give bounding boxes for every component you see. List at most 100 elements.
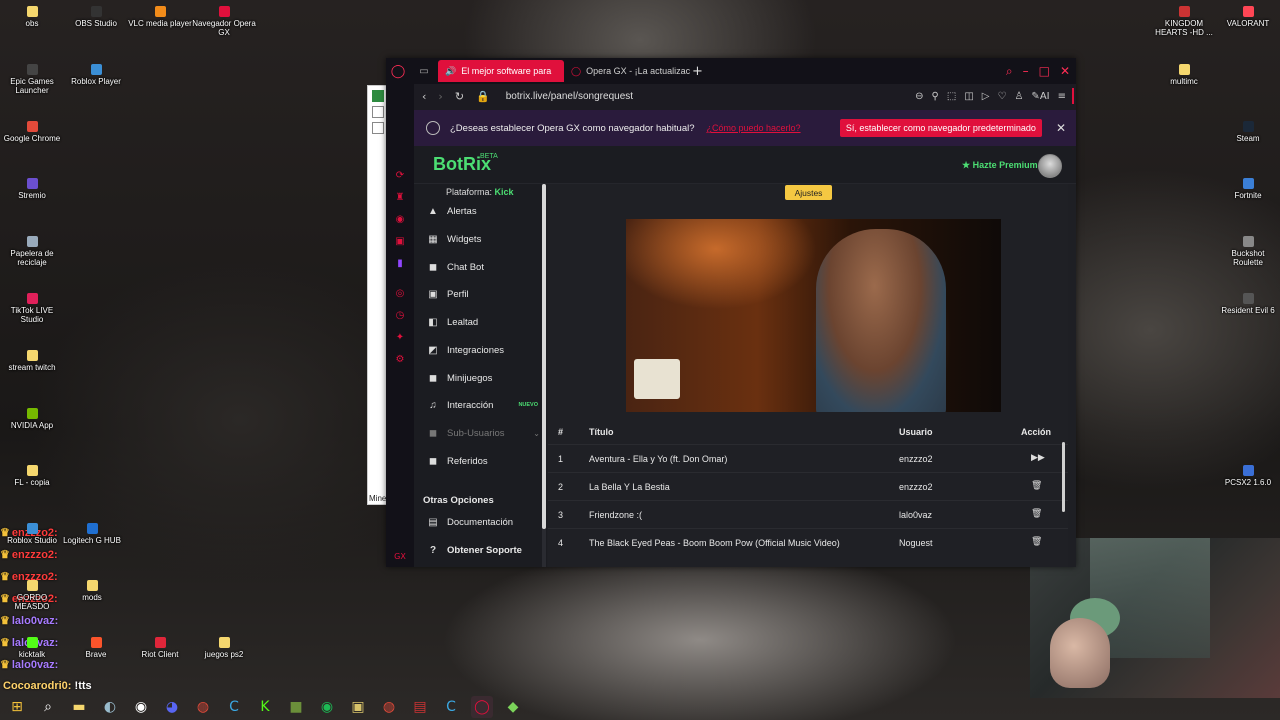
table-scrollbar[interactable] bbox=[1062, 442, 1065, 512]
desktop-icon[interactable]: KINGDOM HEARTS -HD ... bbox=[1152, 6, 1216, 37]
gx-corner-icon[interactable]: ♜ bbox=[386, 186, 414, 208]
desktop-icon[interactable]: Resident Evil 6 bbox=[1216, 293, 1280, 315]
set-default-button[interactable]: Sí, establecer como navegador predetermi… bbox=[839, 119, 1042, 137]
discord-icon[interactable]: ◉ bbox=[386, 208, 414, 230]
minecraft-launcher-icon[interactable]: ◆ bbox=[502, 696, 524, 718]
desktop-icon[interactable]: OBS Studio bbox=[64, 6, 128, 28]
sidebar-item-widgets[interactable]: ▦ Widgets bbox=[424, 228, 544, 250]
app-c-icon[interactable]: C bbox=[440, 696, 462, 718]
forward-icon[interactable]: › bbox=[438, 90, 442, 103]
steam-icon[interactable]: ◐ bbox=[99, 696, 121, 718]
file-explorer-icon[interactable]: ▬ bbox=[68, 696, 90, 718]
desktop-icon[interactable]: Stremio bbox=[0, 178, 64, 200]
desktop-icon[interactable]: Fortnite bbox=[1216, 178, 1280, 200]
app-icon[interactable]: ▣ bbox=[347, 696, 369, 718]
search-icon[interactable]: ⌕ bbox=[37, 696, 59, 718]
tab-opera-gx-update[interactable]: ◯ Opera GX - ¡La actualizació bbox=[564, 60, 690, 82]
sidebar-item-alertas[interactable]: ▲ Alertas bbox=[424, 200, 544, 222]
sidebar-item-integraciones[interactable]: ◩ Integraciones bbox=[424, 339, 544, 361]
extensions-icon[interactable]: ✦ bbox=[386, 326, 414, 348]
spotify-icon[interactable]: ◉ bbox=[316, 696, 338, 718]
url-input[interactable]: botrix.live/panel/songrequest bbox=[506, 91, 633, 102]
zoom-icon[interactable]: ⊖ bbox=[915, 91, 923, 102]
discord-icon[interactable]: ◕ bbox=[161, 696, 183, 718]
opera-gx-window[interactable]: ◯ ▭ 🔊 El mejor software para ◯ Opera GX … bbox=[386, 58, 1076, 567]
desktop-icon[interactable]: obs bbox=[0, 6, 64, 28]
desktop-icon[interactable]: Buckshot Roulette bbox=[1216, 236, 1280, 267]
desktop-icon[interactable]: Epic Games Launcher bbox=[0, 64, 64, 95]
settings-icon[interactable]: ⚙ bbox=[386, 348, 414, 370]
close-icon[interactable]: ✕ bbox=[1060, 64, 1070, 79]
reload-icon[interactable]: ↻ bbox=[455, 90, 464, 103]
desktop-icon[interactable]: mods bbox=[60, 580, 124, 602]
snapshot-icon[interactable]: ⬚ bbox=[947, 91, 956, 102]
play-icon[interactable]: ▷ bbox=[982, 91, 990, 102]
opera-gx-icon[interactable]: ◯ bbox=[471, 696, 493, 718]
sidebar-item-referidos[interactable]: ◼ Referidos bbox=[424, 450, 544, 472]
sidebar-scrollbar[interactable] bbox=[542, 184, 546, 567]
desktop-icon[interactable]: GORDO MEASDO bbox=[0, 580, 64, 611]
workspaces-icon[interactable]: ▭ bbox=[410, 66, 438, 77]
ai-button[interactable]: ✎AI bbox=[1031, 91, 1049, 102]
wallet-icon[interactable]: ◫ bbox=[964, 91, 973, 102]
desktop-icon[interactable]: Papelera de reciclaje bbox=[0, 236, 64, 267]
desktop-icon[interactable]: kicktalk bbox=[0, 637, 64, 659]
desktop-icon[interactable]: Roblox Player bbox=[64, 64, 128, 86]
sidebar-item-perfil[interactable]: ▣ Perfil bbox=[424, 283, 544, 305]
video-player[interactable] bbox=[626, 219, 1001, 412]
howto-link[interactable]: ¿Cómo puedo hacerlo? bbox=[707, 123, 801, 133]
sidebar-item-obtener-soporte[interactable]: ? Obtener Soporte bbox=[424, 539, 544, 561]
avatar[interactable] bbox=[1038, 154, 1062, 178]
maximize-icon[interactable]: □ bbox=[1039, 64, 1050, 79]
desktop-icon[interactable]: FL - copia bbox=[0, 465, 64, 487]
sidebar-item-lealtad[interactable]: ◧ Lealtad bbox=[424, 311, 544, 333]
menu-icon[interactable]: ≡ bbox=[1058, 91, 1066, 102]
desktop-icon[interactable]: Google Chrome bbox=[0, 121, 64, 143]
premium-button[interactable]: ★ Hazte Premium bbox=[962, 160, 1038, 171]
chrome-icon[interactable]: ◍ bbox=[192, 696, 214, 718]
desktop-icon[interactable]: NVIDIA App bbox=[0, 408, 64, 430]
desktop-icon[interactable]: TikTok LIVE Studio bbox=[0, 293, 64, 324]
trash-icon[interactable]: 🗑 bbox=[1031, 480, 1042, 491]
trash-icon[interactable]: 🗑 bbox=[1031, 508, 1042, 519]
pin-icon[interactable]: ⚲ bbox=[932, 91, 939, 102]
desktop-icon[interactable]: PCSX2 1.6.0 bbox=[1216, 465, 1280, 487]
tab-active[interactable]: 🔊 El mejor software para bbox=[438, 60, 564, 82]
back-icon[interactable]: ‹ bbox=[422, 90, 426, 103]
start-button[interactable]: ⊞ bbox=[6, 696, 28, 718]
settings-button[interactable]: Ajustes bbox=[785, 185, 832, 200]
botrix-logo[interactable]: BotRix BETA bbox=[433, 153, 498, 175]
chrome-icon[interactable]: ◍ bbox=[378, 696, 400, 718]
media-icon[interactable]: ▣ bbox=[386, 230, 414, 252]
desktop-icon[interactable]: Logitech G HUB bbox=[60, 523, 124, 545]
desktop-icon[interactable]: multimc bbox=[1152, 64, 1216, 86]
sidebar-item-interacci-n[interactable]: ♫ Interacción NUEVO bbox=[424, 394, 544, 416]
obs-icon[interactable]: ◉ bbox=[130, 696, 152, 718]
sidebar-item-minijuegos[interactable]: ◼ Minijuegos bbox=[424, 367, 544, 389]
twitch-icon[interactable]: ▮ bbox=[386, 252, 414, 274]
minecraft-icon[interactable]: ■ bbox=[285, 696, 307, 718]
trash-icon[interactable]: 🗑 bbox=[1031, 536, 1042, 547]
app-icon[interactable]: ▤ bbox=[409, 696, 431, 718]
skip-icon[interactable]: ▶▶ bbox=[1031, 452, 1045, 463]
sidebar-item-chat-bot[interactable]: ◼ Chat Bot bbox=[424, 256, 544, 278]
desktop-icon[interactable]: VALORANT bbox=[1216, 6, 1280, 28]
desktop-icon[interactable]: Riot Client bbox=[128, 637, 192, 659]
speaker-icon[interactable]: 🔊 bbox=[445, 66, 456, 77]
desktop-icon[interactable]: Brave bbox=[64, 637, 128, 659]
app-c-icon[interactable]: C bbox=[223, 696, 245, 718]
opera-gx-logo-icon[interactable]: ◯ bbox=[386, 58, 410, 84]
minimize-icon[interactable]: – bbox=[1023, 64, 1029, 79]
desktop-icon[interactable]: Steam bbox=[1216, 121, 1280, 143]
gx-control-icon[interactable]: ⟳ bbox=[386, 164, 414, 186]
search-icon[interactable]: ⌕ bbox=[1006, 64, 1013, 79]
close-banner-icon[interactable]: ✕ bbox=[1056, 121, 1066, 135]
desktop-icon[interactable]: juegos ps2 bbox=[192, 637, 256, 659]
account-icon[interactable]: ♙ bbox=[1014, 91, 1023, 102]
sidebar-item-documentaci-n[interactable]: ▤ Documentación bbox=[424, 511, 544, 533]
gx-icon[interactable]: GX bbox=[386, 545, 414, 567]
heart-icon[interactable]: ♡ bbox=[997, 91, 1006, 102]
desktop-icon[interactable]: Roblox Studio bbox=[0, 523, 64, 545]
history-icon[interactable]: ◷ bbox=[386, 304, 414, 326]
desktop-icon[interactable]: VLC media player bbox=[128, 6, 192, 28]
